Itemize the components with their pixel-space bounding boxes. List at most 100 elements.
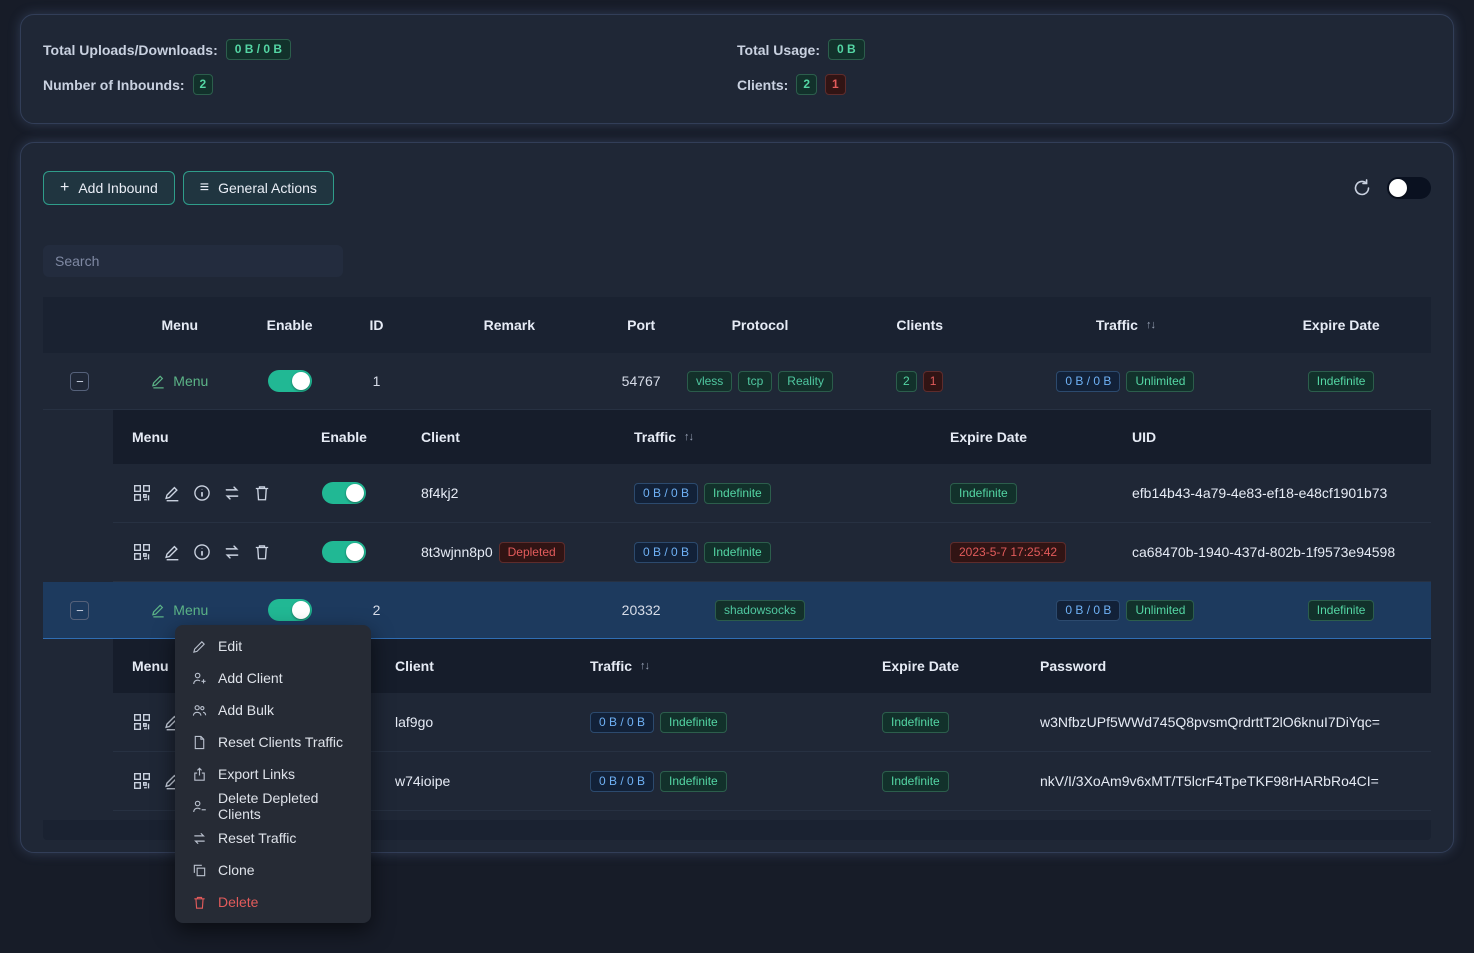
edit-client-icon[interactable] [162,542,182,562]
qr-code-icon[interactable] [132,542,152,562]
theme-toggle[interactable] [1387,177,1431,199]
traffic-limit-badge: Unlimited [1126,371,1194,392]
client-enable-cell [305,482,383,504]
stats-card: Total Uploads/Downloads: 0 B / 0 B Total… [20,14,1454,124]
menu-item-label: Add Bulk [218,702,274,718]
user-add-icon [192,671,207,686]
sub-header-traffic-label: Traffic [634,429,676,445]
edit-pencil-icon [151,603,166,618]
client-enable-cell [305,541,383,563]
menu-item-edit[interactable]: Edit [175,630,371,662]
header-remark: Remark [416,317,602,333]
client-traffic-badge: 0 B / 0 B [634,542,698,563]
client-enable-toggle[interactable] [322,541,366,563]
header-traffic[interactable]: Traffic ↑↓ [1000,317,1252,333]
protocol-tag: shadowsocks [715,600,805,621]
header-id[interactable]: ID [337,317,417,333]
expand-cell: − [43,372,117,391]
menu-item-delete[interactable]: Delete [175,886,371,918]
inbound-expire-cell: Indefinite [1251,600,1431,621]
expire-badge: Indefinite [1308,371,1375,392]
users-add-icon [192,703,207,718]
stat-number-of-inbounds: Number of Inbounds: 2 [43,74,737,95]
menu-item-add-bulk[interactable]: Add Bulk [175,694,371,726]
qr-code-icon[interactable] [132,771,152,791]
inbound-id: 1 [337,373,417,389]
client-info-icon[interactable] [192,542,212,562]
stat-uploads-downloads: Total Uploads/Downloads: 0 B / 0 B [43,39,737,60]
client-password: nkV/I/3XoAm9v6xMT/T5lcrF4TpeTKF98rHARbRo… [1028,773,1431,789]
client-traffic-cell: 0 B / 0 B Indefinite [610,542,930,563]
depleted-badge: Depleted [499,542,565,563]
add-inbound-label: Add Inbound [78,180,157,196]
inbound-enable-toggle[interactable] [268,599,312,621]
qr-code-icon[interactable] [132,483,152,503]
inbound-enable-toggle[interactable] [268,370,312,392]
collapse-inbound-button[interactable]: − [70,372,89,391]
inbound-context-menu: Edit Add Client Add Bulk Reset Clients T… [175,625,371,923]
client-uid: efb14b43-4a79-4e83-ef18-e48cf1901b73 [1110,485,1431,501]
general-actions-label: General Actions [218,180,317,196]
client-info-icon[interactable] [192,483,212,503]
inbound-protocol-tags: vless tcp Reality [680,371,840,392]
client-expire-cell: Indefinite [868,712,1028,733]
client-traffic-cell: 0 B / 0 B Indefinite [578,712,868,733]
menu-item-add-client[interactable]: Add Client [175,662,371,694]
client-expire-badge: Indefinite [882,712,949,733]
enable-cell [243,370,337,392]
delete-client-icon[interactable] [252,483,272,503]
client-row-8t3wjnn8p0: 8t3wjnn8p0 Depleted 0 B / 0 B Indefinite… [113,523,1431,582]
client-traffic-badge: 0 B / 0 B [590,712,654,733]
header-menu: Menu [117,317,243,333]
header-expire-date: Expire Date [1251,317,1431,333]
edit-client-icon[interactable] [162,483,182,503]
sub-header-traffic[interactable]: Traffic ↑↓ [610,429,930,445]
menu-item-delete-depleted-clients[interactable]: Delete Depleted Clients [175,790,371,822]
client-name: 8t3wjnn8p0 [421,544,493,560]
client-expire-cell: Indefinite [868,771,1028,792]
client-expire-cell: 2023-5-7 17:25:42 [930,542,1110,563]
general-actions-button[interactable]: ≡ General Actions [183,171,334,205]
protocol-tag: vless [687,371,732,392]
sort-arrows-icon: ↑↓ [1146,319,1155,331]
sort-arrows-icon: ↑↓ [640,660,649,672]
stat-total-usage: Total Usage: 0 B [737,39,1431,60]
header-enable: Enable [243,317,337,333]
minus-icon: − [76,604,84,617]
traffic-badge: 0 B / 0 B [1056,371,1120,392]
sub-header-client: Client [383,429,610,445]
sub-header-traffic[interactable]: Traffic ↑↓ [578,658,868,674]
client-actions [113,483,305,503]
menu-item-reset-clients-traffic[interactable]: Reset Clients Traffic [175,726,371,758]
inbound-menu-button[interactable]: Menu [151,373,208,389]
menu-item-clone[interactable]: Clone [175,854,371,886]
sub-header-expire: Expire Date [930,429,1110,445]
search-input[interactable] [43,245,343,277]
client-name: 8f4kj2 [383,485,610,501]
reset-client-traffic-icon[interactable] [222,542,242,562]
inbound-expire-cell: Indefinite [1251,371,1431,392]
sub-header-password: Password [1028,658,1431,674]
inbound-menu-button[interactable]: Menu [151,602,208,618]
expand-cell: − [43,601,117,620]
menu-item-label: Add Client [218,670,283,686]
client-traffic-limit-badge: Indefinite [704,542,771,563]
reset-client-traffic-icon[interactable] [222,483,242,503]
security-tag: Reality [778,371,833,392]
menu-item-label: Delete [218,894,258,910]
collapse-inbound-button[interactable]: − [70,601,89,620]
stat-usage-value-badge: 0 B [828,39,865,60]
stat-uploads-value-badge: 0 B / 0 B [226,39,291,60]
add-inbound-button[interactable]: + Add Inbound [43,171,175,205]
delete-client-icon[interactable] [252,542,272,562]
sync-icon [192,831,207,846]
client-enable-toggle[interactable] [322,482,366,504]
stat-clients-depleted-badge: 1 [825,74,846,95]
inbound-port: 54767 [602,373,680,389]
trash-icon [192,895,207,910]
qr-code-icon[interactable] [132,712,152,732]
menu-item-export-links[interactable]: Export Links [175,758,371,790]
refresh-icon[interactable] [1351,177,1373,199]
menu-item-label: Reset Clients Traffic [218,734,343,750]
menu-item-reset-traffic[interactable]: Reset Traffic [175,822,371,854]
